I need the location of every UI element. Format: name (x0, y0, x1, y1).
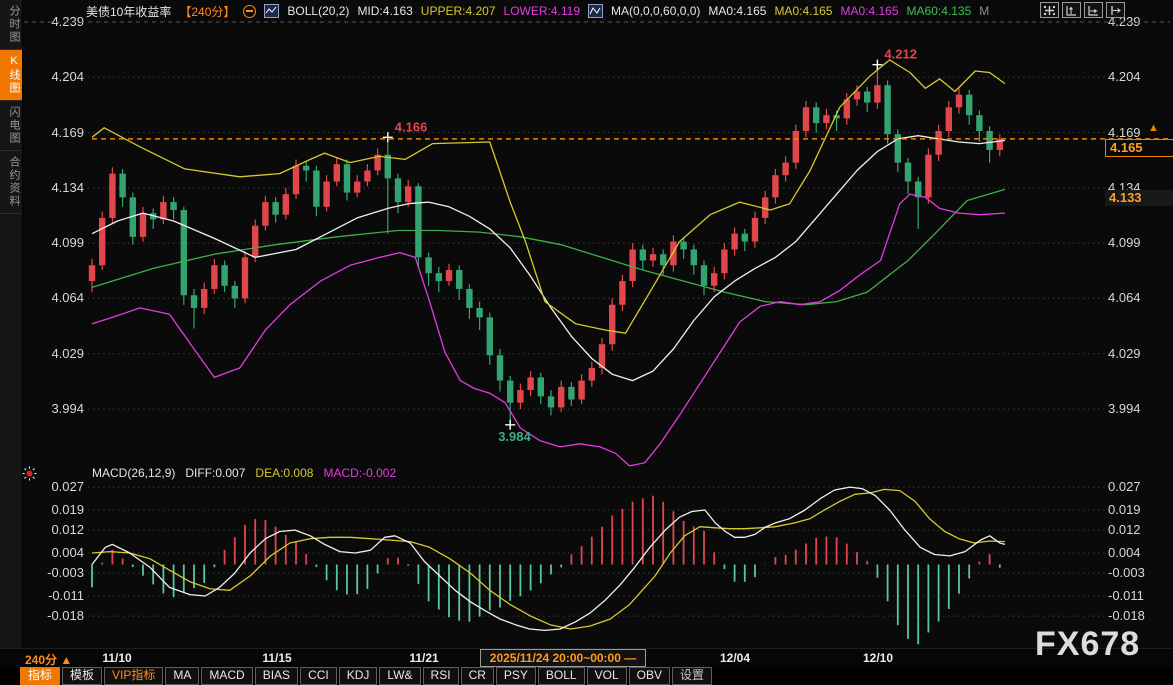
alert-burst-icon[interactable] (22, 466, 37, 486)
ma-more-label: M (979, 4, 989, 18)
toolbar-button-OBV[interactable]: OBV (629, 667, 670, 685)
toolbar-button-指标[interactable]: 指标 (20, 667, 60, 685)
price-annotation: 4.166 (395, 119, 428, 134)
gridlines (24, 22, 1170, 616)
boll-mid-value: MID:4.163 (357, 4, 412, 18)
boll-label: BOLL(20,2) (287, 4, 349, 18)
selected-bar-time-label: 2025/11/24 20:00~00:00 — (480, 649, 646, 667)
price-annotation: 4.212 (884, 47, 917, 62)
chart-legend: 美债10年收益率 【240分】 BOLL(20,2) MID:4.163 UPP… (86, 3, 989, 19)
x-axis-scale-icon[interactable] (1084, 2, 1103, 18)
price-annotation: 3.984 (498, 429, 531, 444)
ma0-value-2: MA0:4.165 (774, 4, 832, 18)
toolbar-button-PSY[interactable]: PSY (496, 667, 536, 685)
boll-lower-value: LOWER:4.119 (504, 4, 580, 18)
macd-histogram (92, 496, 1000, 645)
chart-application: 4.166 4.212 3.984 分时图 K线图 闪电图 合约资料 美债10年收益… (0, 0, 1173, 685)
boll-mid-line (92, 136, 1005, 381)
watermark: FX678 (1035, 625, 1140, 664)
macd-diff-line (92, 487, 1005, 630)
collapse-icon[interactable] (243, 5, 256, 18)
macd-dea-value: DEA:0.008 (255, 466, 313, 480)
instrument-title: 美债10年收益率 (86, 3, 171, 20)
boll-upper-value: UPPER:4.207 (421, 4, 496, 18)
sidebar-tab-candlestick-chart[interactable]: K线图 (0, 50, 22, 101)
sidebar-tab-contract-info[interactable]: 合约资料 (0, 151, 22, 214)
x-axis-date: 11/21 (409, 651, 438, 665)
ma0-value-3: MA0:4.165 (840, 4, 898, 18)
y-axis-scale-icon[interactable] (1062, 2, 1081, 18)
toolbar-button-LW&[interactable]: LW& (379, 667, 420, 685)
ma0-value-1: MA0:4.165 (708, 4, 766, 18)
extreme-cross-icon (383, 132, 393, 142)
indicator-toolbar: 指标模板VIP指标MAMACDBIASCCIKDJLW&RSICRPSYBOLL… (0, 667, 1173, 685)
ma60-line (92, 189, 1005, 304)
x-axis-date: 11/15 (262, 651, 291, 665)
x-axis-date: 12/04 (720, 651, 750, 665)
toolbar-button-设置[interactable]: 设置 (672, 667, 712, 685)
pan-right-icon[interactable] (1106, 2, 1125, 18)
period-selector[interactable]: 240分 ▲ (25, 651, 72, 668)
chart-toolbox (1040, 2, 1125, 18)
candlestick-series (89, 65, 1003, 425)
price-chart-canvas[interactable]: 4.166 4.212 3.984 (0, 0, 1173, 648)
period-label: 【240分】 (179, 3, 235, 20)
current-price-tag: 4.165 (1105, 139, 1173, 157)
toolbar-button-BOLL[interactable]: BOLL (538, 667, 585, 685)
toolbar-button-CCI[interactable]: CCI (300, 667, 337, 685)
macd-params-label: MACD(26,12,9) (92, 466, 175, 480)
toolbar-button-MA[interactable]: MA (165, 667, 199, 685)
toolbar-button-RSI[interactable]: RSI (423, 667, 459, 685)
toolbar-button-CR[interactable]: CR (461, 667, 494, 685)
ma-params-label: MA(0,0,0,60,0,0) (611, 4, 700, 18)
time-axis: 240分 ▲ 2025/11/24 20:00~00:00 — 11/10 11/… (0, 648, 1173, 668)
price-marker-arrow-icon: ▲ (1148, 122, 1159, 134)
annotations: 4.166 4.212 3.984 (383, 47, 917, 444)
toolbar-button-MACD[interactable]: MACD (201, 667, 252, 685)
sidebar-tab-lightning-chart[interactable]: 闪电图 (0, 101, 22, 151)
toolbar-button-VIP指标[interactable]: VIP指标 (104, 667, 163, 685)
toolbar-button-模板[interactable]: 模板 (62, 667, 102, 685)
macd-diff-value: DIFF:0.007 (185, 466, 245, 480)
x-axis-date: 11/10 (102, 651, 131, 665)
crosshair-icon[interactable] (1040, 2, 1059, 18)
macd-legend: MACD(26,12,9) DIFF:0.007 DEA:0.008 MACD:… (92, 466, 396, 480)
ma60-value: MA60:4.135 (907, 4, 972, 18)
boll-lower-line (92, 194, 1005, 466)
macd-bar-value: MACD:-0.002 (323, 466, 396, 480)
boll-indicator-icon[interactable] (264, 4, 279, 18)
secondary-price-tag: 4.133 (1105, 190, 1173, 206)
sidebar-tab-time-chart[interactable]: 分时图 (0, 0, 22, 50)
ma-indicator-icon[interactable] (588, 4, 603, 18)
x-axis-date: 12/10 (863, 651, 893, 665)
toolbar-button-BIAS[interactable]: BIAS (255, 667, 298, 685)
toolbar-button-KDJ[interactable]: KDJ (339, 667, 378, 685)
sidebar: 分时图 K线图 闪电图 合约资料 (0, 0, 23, 648)
extreme-cross-icon (872, 60, 882, 70)
toolbar-button-VOL[interactable]: VOL (587, 667, 627, 685)
